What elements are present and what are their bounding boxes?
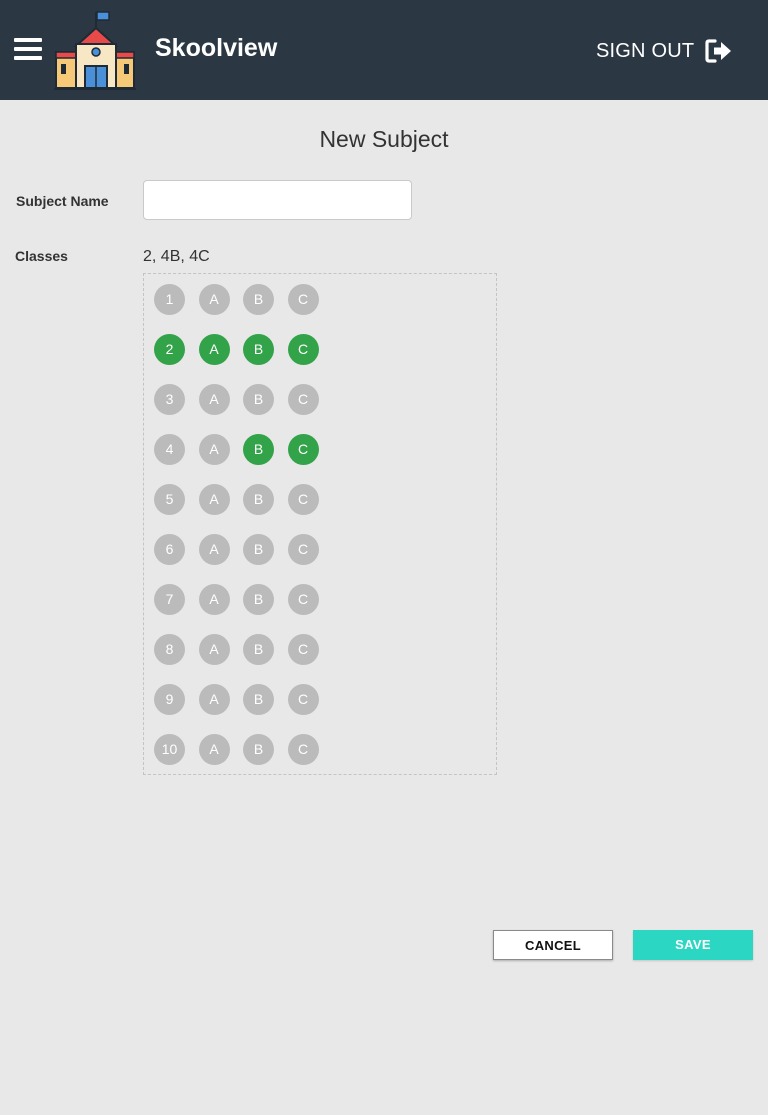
hamburger-menu-icon[interactable] (14, 38, 42, 62)
class-row: 4ABC (154, 434, 496, 484)
section-toggle[interactable]: A (198, 534, 230, 565)
section-toggle[interactable]: A (198, 484, 230, 515)
class-row: 10 A B C (154, 734, 496, 784)
section-toggle[interactable]: A (198, 734, 230, 765)
subject-name-label: Subject Name (16, 193, 109, 209)
grade-toggle[interactable]: 6 (154, 534, 185, 565)
section-toggle[interactable]: A (198, 284, 230, 315)
cancel-button[interactable]: CANCEL (493, 930, 613, 960)
sign-out-button[interactable]: SIGN OUT (596, 37, 732, 65)
section-toggle[interactable]: C (287, 284, 319, 315)
section-toggle[interactable]: A (198, 384, 230, 415)
grade-toggle[interactable]: 5 (154, 484, 185, 515)
selected-classes-summary: 2, 4B, 4C (143, 248, 210, 265)
section-toggle[interactable]: B (243, 484, 274, 515)
class-row: 1ABC (154, 284, 496, 334)
section-toggle[interactable]: A (198, 334, 230, 365)
class-row: 2ABC (154, 334, 496, 384)
section-toggle[interactable]: B (243, 284, 274, 315)
section-toggle[interactable]: B (243, 334, 274, 365)
class-row: 8ABC (154, 634, 496, 684)
section-toggle[interactable]: B (243, 584, 274, 615)
grade-toggle[interactable]: 10 (154, 734, 185, 765)
section-toggle[interactable]: C (287, 334, 319, 365)
sign-out-arrow-icon (705, 39, 732, 63)
class-selector-grid: 1 A B C 2 A B C 3 A B C 4 A B C 5 A B C 6 A B C 7 A B C 8 A B C 9 A B C 10 A B… (143, 273, 497, 775)
grade-toggle[interactable]: 7 (154, 584, 185, 615)
section-toggle[interactable]: B (243, 684, 274, 715)
sign-out-label: SIGN OUT (596, 39, 695, 62)
section-toggle[interactable]: C (287, 584, 319, 615)
grade-toggle[interactable]: 4 (154, 434, 185, 465)
grade-toggle[interactable]: 8 (154, 634, 185, 665)
section-toggle[interactable]: B (243, 534, 274, 565)
class-row: 5ABC (154, 484, 496, 534)
section-toggle[interactable]: B (243, 434, 274, 465)
section-toggle[interactable]: C (287, 684, 319, 715)
section-toggle[interactable]: B (243, 634, 274, 665)
school-building-logo (54, 11, 136, 90)
section-toggle[interactable]: C (287, 734, 319, 765)
class-row: 7ABC (154, 584, 496, 634)
section-toggle[interactable]: B (243, 734, 274, 765)
section-toggle[interactable]: A (198, 684, 230, 715)
class-row: 6ABC (154, 534, 496, 584)
section-toggle[interactable]: A (198, 584, 230, 615)
section-toggle[interactable]: C (287, 384, 319, 415)
section-toggle[interactable]: C (287, 434, 319, 465)
section-toggle[interactable]: C (287, 634, 319, 665)
page-title: New Subject (319, 126, 449, 152)
section-toggle[interactable]: C (287, 484, 319, 515)
app-title: Skoolview (155, 34, 278, 62)
section-toggle[interactable]: B (243, 384, 274, 415)
class-row: 3ABC (154, 384, 496, 434)
grade-toggle[interactable]: 3 (154, 384, 185, 415)
top-app-bar: Skoolview SIGN OUT (0, 0, 768, 100)
section-toggle[interactable]: C (287, 534, 319, 565)
subject-name-input[interactable] (143, 180, 412, 220)
grade-toggle[interactable]: 1 (154, 284, 185, 315)
grade-toggle[interactable]: 9 (154, 684, 185, 715)
classes-label: Classes (15, 248, 68, 264)
save-button[interactable]: SAVE (633, 930, 753, 960)
section-toggle[interactable]: A (198, 634, 230, 665)
section-toggle[interactable]: A (198, 434, 230, 465)
class-row: 9ABC (154, 684, 496, 734)
grade-toggle[interactable]: 2 (154, 334, 185, 365)
